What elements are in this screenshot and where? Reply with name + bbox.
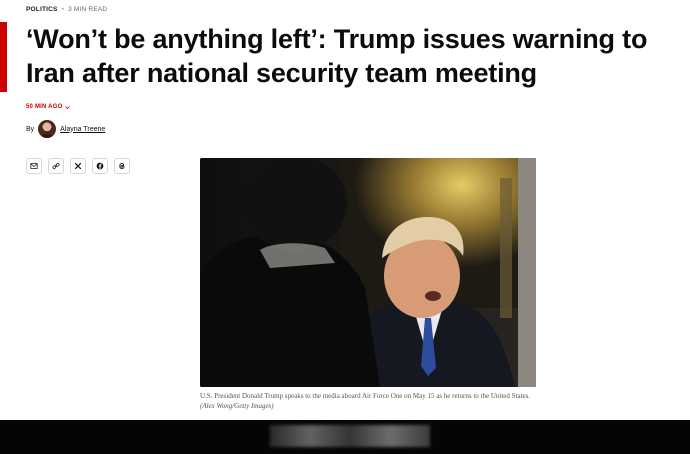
article-page: POLITICS • 3 MIN READ ‘Won’t be anything… <box>0 0 690 454</box>
article-photo[interactable] <box>200 158 536 387</box>
facebook-icon <box>96 162 104 170</box>
section-label[interactable]: POLITICS <box>26 6 58 13</box>
share-bar <box>26 158 130 174</box>
chevron-down-icon <box>65 105 71 109</box>
photo-credit: (Alex Wong/Getty Images) <box>200 402 274 410</box>
avatar[interactable] <box>38 120 57 138</box>
blurred-overlay <box>270 425 430 447</box>
threads-icon <box>119 163 125 169</box>
page-title: ‘Won’t be anything left’: Trump issues w… <box>26 24 648 88</box>
photo-caption: U.S. President Donald Trump speaks to th… <box>200 391 540 411</box>
timestamp-toggle[interactable]: 50 MIN AGO <box>26 104 71 110</box>
share-threads-button[interactable] <box>114 158 130 174</box>
author-link[interactable]: Alayna Treene <box>60 126 105 133</box>
email-icon <box>30 163 38 169</box>
x-icon <box>74 162 82 170</box>
byline: By Alayna Treene <box>26 120 105 138</box>
photo-image <box>200 158 536 387</box>
article-kicker: POLITICS • 3 MIN READ <box>26 6 107 13</box>
share-facebook-button[interactable] <box>92 158 108 174</box>
share-link-button[interactable] <box>48 158 64 174</box>
share-x-button[interactable] <box>70 158 86 174</box>
headline-block: ‘Won’t be anything left’: Trump issues w… <box>0 22 690 94</box>
read-time: 3 MIN READ <box>68 6 108 13</box>
timestamp-label: 50 MIN AGO <box>26 104 63 110</box>
headline-accent-bar <box>0 22 7 92</box>
byline-prefix: By <box>26 125 35 133</box>
caption-text: U.S. President Donald Trump speaks to th… <box>200 392 531 400</box>
link-icon <box>52 162 60 170</box>
share-email-button[interactable] <box>26 158 42 174</box>
kicker-separator: • <box>61 6 65 13</box>
